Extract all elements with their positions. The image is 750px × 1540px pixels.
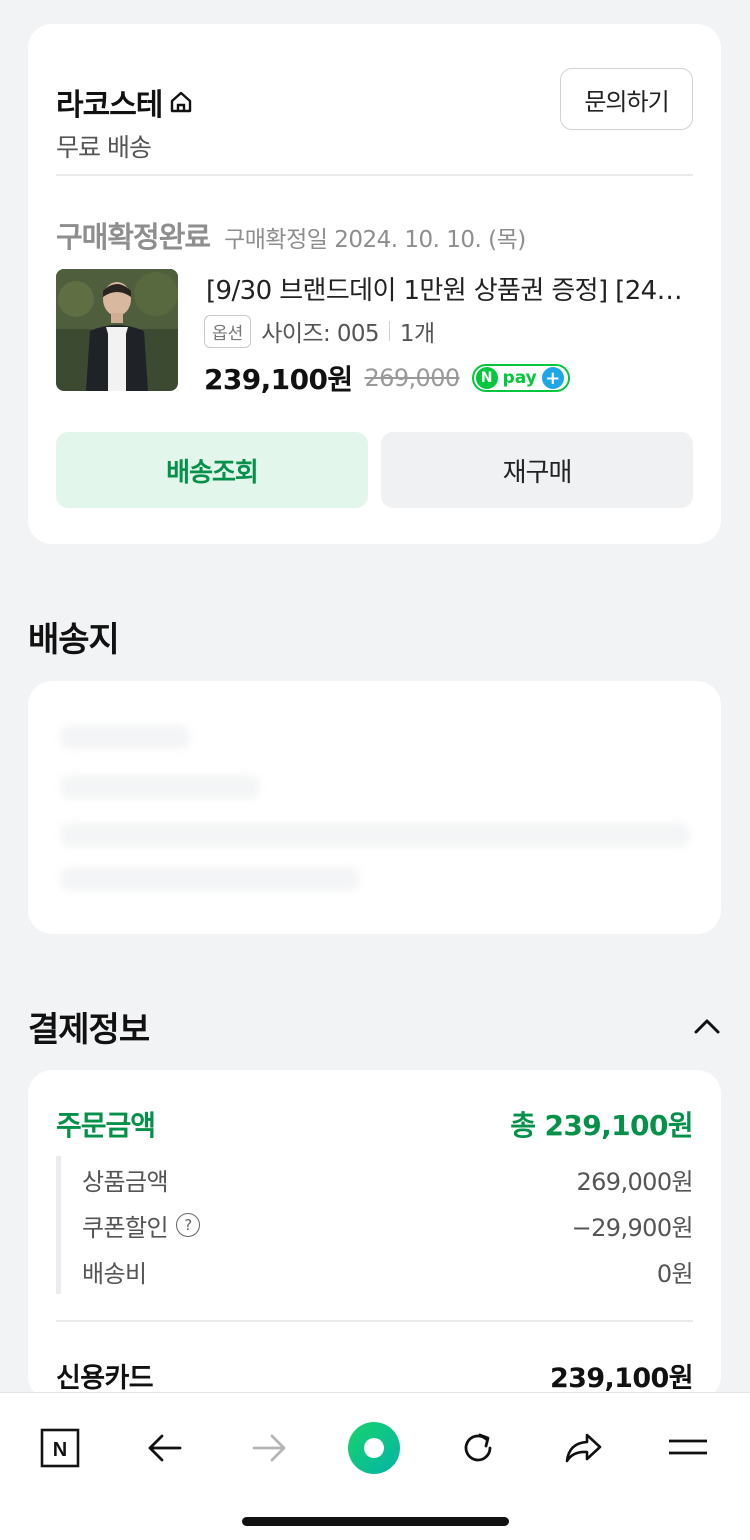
payment-card: 주문금액 총 239,100원 상품금액 269,000원 쿠폰할인 ? −29… (28, 1070, 721, 1400)
order-amount-row: 주문금액 총 239,100원 (56, 1104, 694, 1144)
order-status: 구매확정완료 구매확정일 2024. 10. 10. (목) (56, 214, 526, 256)
store-name-link[interactable]: 라코스테 (56, 80, 194, 124)
npay-plus-badge: N pay + (471, 364, 570, 392)
price-row: 239,100원 269,000 N pay + (204, 358, 570, 398)
home-icon (168, 89, 194, 115)
rebuy-button[interactable]: 재구매 (381, 432, 693, 508)
option-badge: 옵션 (204, 314, 252, 348)
inquiry-button[interactable]: 문의하기 (560, 68, 693, 130)
detail-label: 쿠폰할인 (82, 1213, 169, 1242)
divider (56, 174, 693, 176)
status-title: 구매확정완료 (56, 220, 211, 254)
plus-icon: + (541, 367, 564, 389)
detail-row: 배송비 0원 (82, 1248, 694, 1294)
product-name[interactable]: [9/30 브랜드데이 1만원 상품권 증정] [24FW] 남성 베이직 코튼… (206, 270, 696, 307)
blurred-phone (60, 775, 260, 799)
naver-home-button[interactable]: N (25, 1413, 95, 1483)
quantity-text: 1개 (399, 321, 435, 347)
card-value: 239,100원 (549, 1363, 694, 1394)
chevron-up-icon[interactable] (692, 1012, 722, 1042)
blurred-address-line (60, 867, 360, 891)
detail-value: −29,900원 (571, 1213, 694, 1242)
address-card (28, 681, 721, 934)
detail-label: 상품금액 (82, 1167, 169, 1196)
home-indicator[interactable] (242, 1517, 509, 1526)
order-amount-label: 주문금액 (56, 1109, 156, 1142)
n-logo-icon: N (53, 1439, 67, 1461)
help-icon[interactable]: ? (175, 1213, 200, 1237)
forward-arrow-icon[interactable] (234, 1413, 304, 1483)
address-section-title: 배송지 (28, 620, 120, 660)
store-name: 라코스테 (56, 88, 163, 123)
detail-label-wrap: 쿠폰할인 ? (82, 1208, 200, 1243)
card-payment-row: 신용카드 239,100원 (56, 1356, 694, 1395)
order-card: 라코스테 무료 배송 문의하기 구매확정완료 구매확정일 2024. 10. 1… (28, 24, 721, 544)
detail-row: 상품금액 269,000원 (82, 1156, 694, 1202)
npay-label: pay (502, 368, 537, 388)
original-price: 269,000 (364, 364, 461, 392)
green-dot-icon[interactable] (339, 1413, 409, 1483)
share-icon[interactable] (548, 1413, 618, 1483)
status-date: 구매확정일 2024. 10. 10. (목) (224, 227, 526, 253)
divider (56, 1320, 693, 1322)
option-text: 사이즈: 005 (261, 321, 379, 347)
order-total: 총 239,100원 (510, 1109, 693, 1142)
menu-icon[interactable] (653, 1413, 723, 1483)
track-delivery-button[interactable]: 배송조회 (56, 432, 368, 508)
option-row: 옵션 사이즈: 005 1개 (204, 314, 435, 348)
browser-toolbar: N (0, 1392, 750, 1540)
detail-value: 0원 (656, 1259, 694, 1288)
back-arrow-icon[interactable] (130, 1413, 200, 1483)
separator (388, 321, 390, 341)
card-label: 신용카드 (56, 1363, 154, 1394)
detail-label: 배송비 (82, 1259, 147, 1288)
blurred-address-line (60, 823, 690, 847)
refresh-icon[interactable] (443, 1413, 513, 1483)
npay-n-icon: N (475, 367, 498, 389)
price: 239,100원 (204, 363, 353, 396)
amount-breakdown: 상품금액 269,000원 쿠폰할인 ? −29,900원 배송비 0원 (56, 1156, 694, 1294)
payment-section-title: 결제정보 (28, 1010, 150, 1050)
blurred-recipient (60, 725, 190, 749)
product-thumbnail[interactable] (56, 269, 178, 391)
detail-row: 쿠폰할인 ? −29,900원 (82, 1202, 694, 1248)
detail-value: 269,000원 (576, 1167, 693, 1196)
shipping-label: 무료 배송 (56, 133, 152, 162)
